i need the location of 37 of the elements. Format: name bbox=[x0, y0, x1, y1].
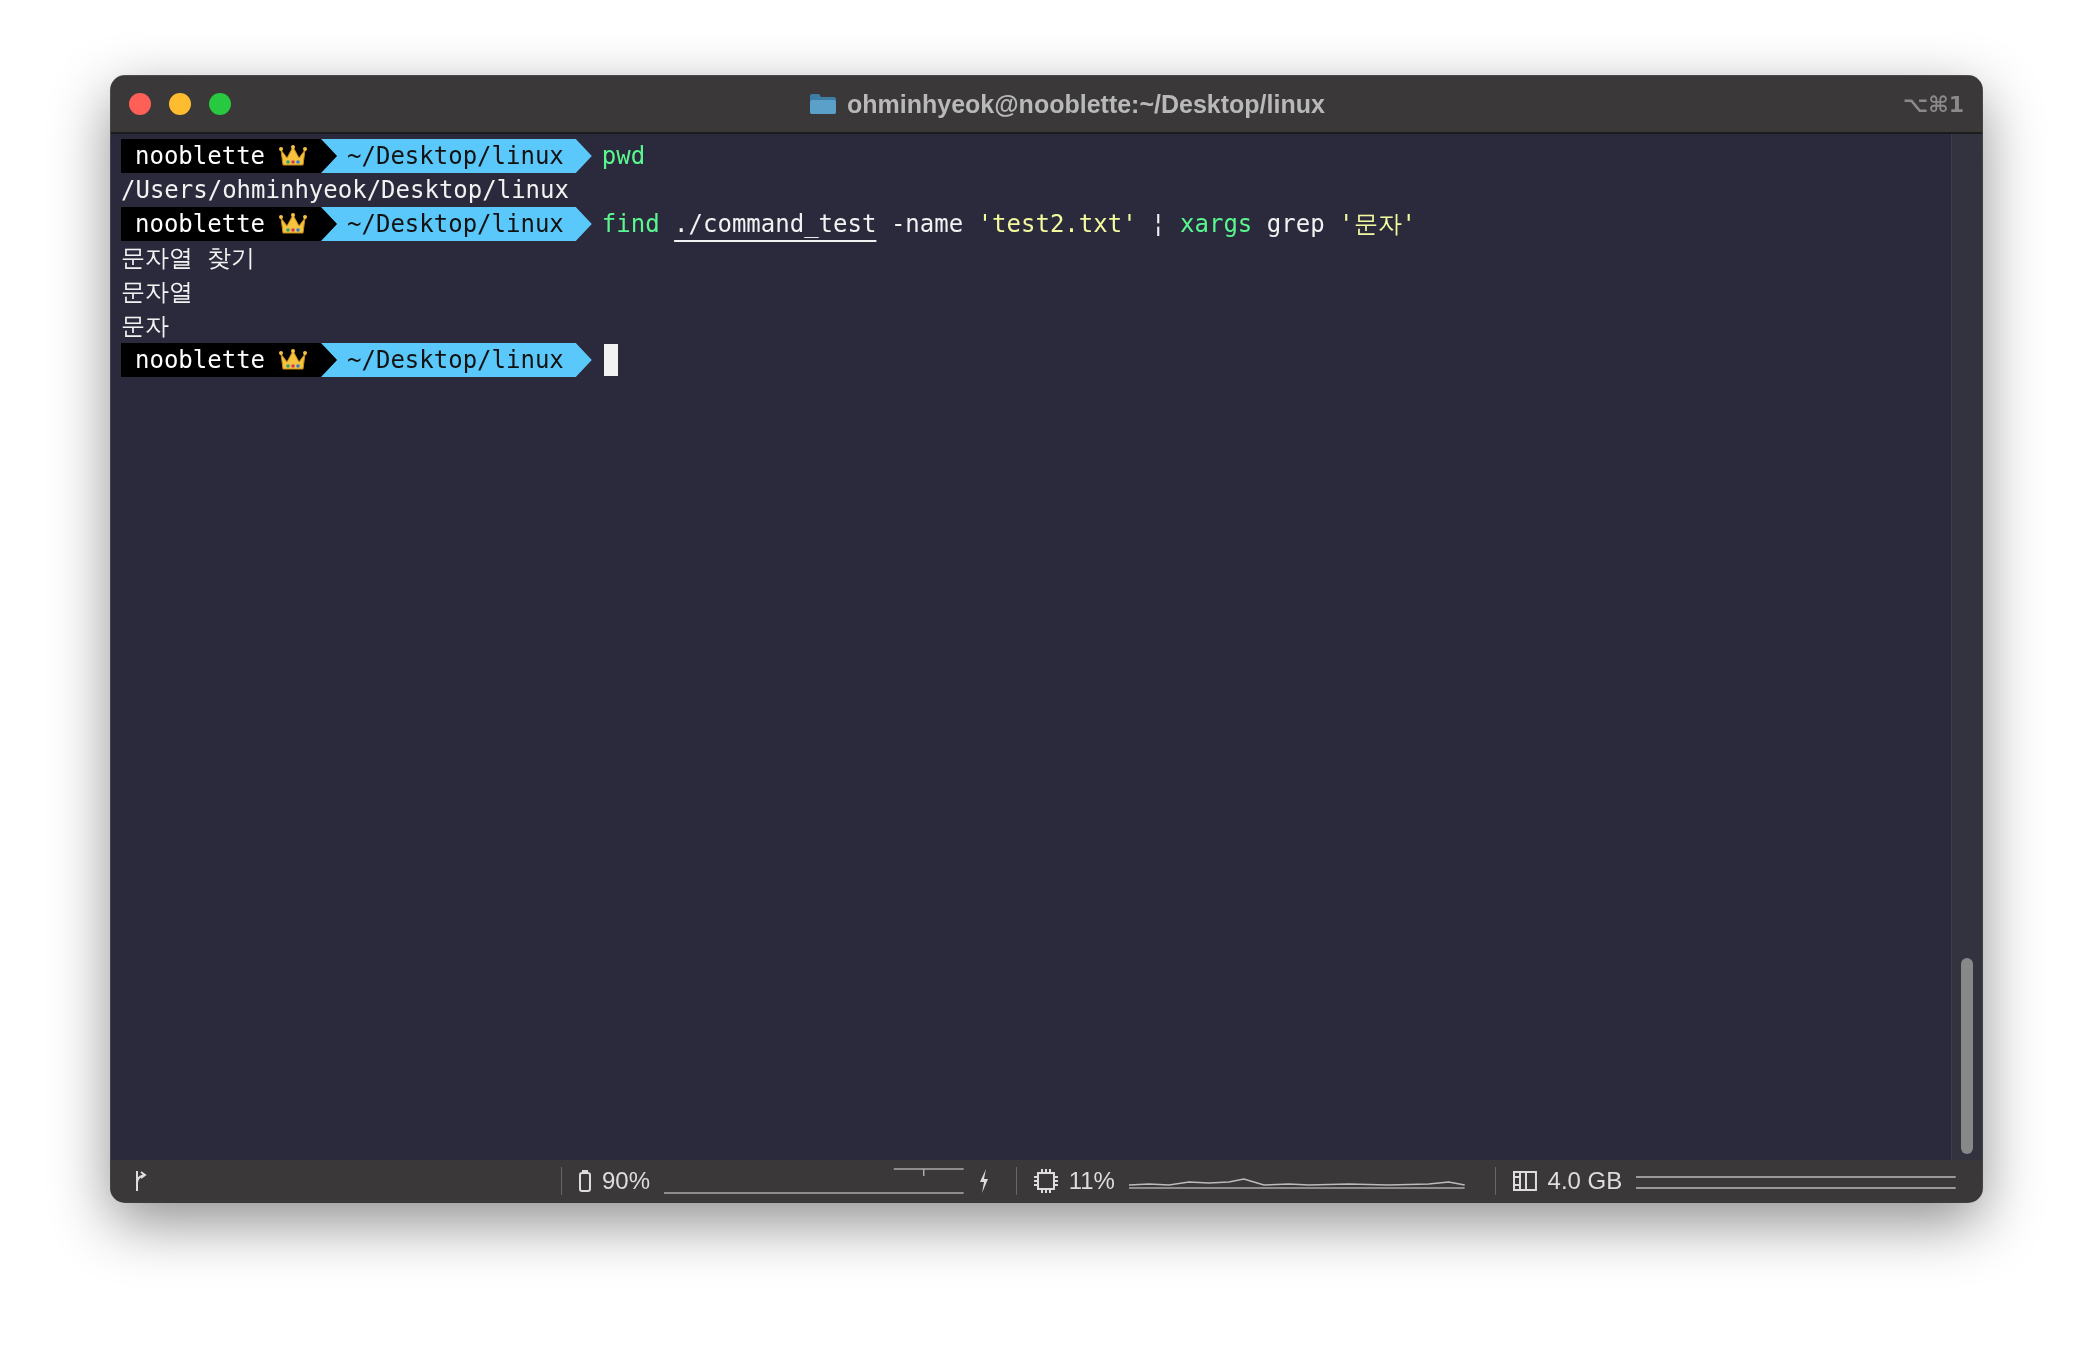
minimize-button[interactable] bbox=[169, 93, 191, 115]
battery-icon bbox=[578, 1169, 592, 1193]
crown-icon bbox=[279, 348, 308, 372]
host-name: nooblette bbox=[135, 346, 266, 374]
keyboard-shortcut: ⌥⌘1 bbox=[1902, 91, 1964, 117]
command-token: grep bbox=[1266, 210, 1325, 238]
output-line: 문자 bbox=[121, 311, 169, 342]
output-line: 문자열 bbox=[121, 277, 193, 308]
output-line: 문자열 찾기 bbox=[121, 243, 256, 274]
lightning-icon bbox=[977, 1168, 990, 1194]
battery-percentage: 90% bbox=[601, 1167, 650, 1195]
memory-icon bbox=[1511, 1170, 1538, 1192]
folder-icon bbox=[809, 93, 837, 115]
command-token: find bbox=[601, 210, 660, 238]
command-token: xargs bbox=[1180, 210, 1253, 238]
cpu-percentage: 11% bbox=[1068, 1167, 1115, 1195]
close-button[interactable] bbox=[129, 93, 151, 115]
output-line: /Users/ohminhyeok/Desktop/linux bbox=[121, 176, 569, 204]
prompt-path-segment: ~/Desktop/linux bbox=[321, 139, 592, 173]
command-token: 'test2.txt' bbox=[977, 210, 1137, 238]
command-token: pwd bbox=[601, 142, 646, 170]
zoom-button[interactable] bbox=[209, 93, 231, 115]
branch-icon bbox=[133, 1169, 149, 1193]
prompt-path-segment: ~/Desktop/linux bbox=[321, 343, 592, 377]
memory-usage: 4.0 GB bbox=[1547, 1167, 1623, 1195]
host-name: nooblette bbox=[135, 210, 266, 238]
crown-icon bbox=[279, 212, 308, 236]
prompt-path-segment: ~/Desktop/linux bbox=[321, 207, 592, 241]
command-token: ./command_test bbox=[674, 210, 877, 238]
command-token: -name bbox=[890, 210, 964, 238]
window-title: ohminhyeok@nooblette:~/Desktop/linux bbox=[847, 89, 1325, 119]
command-token: ¦ bbox=[1151, 210, 1166, 238]
scrollbar-thumb[interactable] bbox=[1961, 958, 1973, 1154]
chip-icon bbox=[1032, 1168, 1059, 1194]
host-name: nooblette bbox=[135, 142, 266, 170]
command-token: '문자' bbox=[1339, 209, 1416, 240]
crown-icon bbox=[279, 144, 308, 168]
